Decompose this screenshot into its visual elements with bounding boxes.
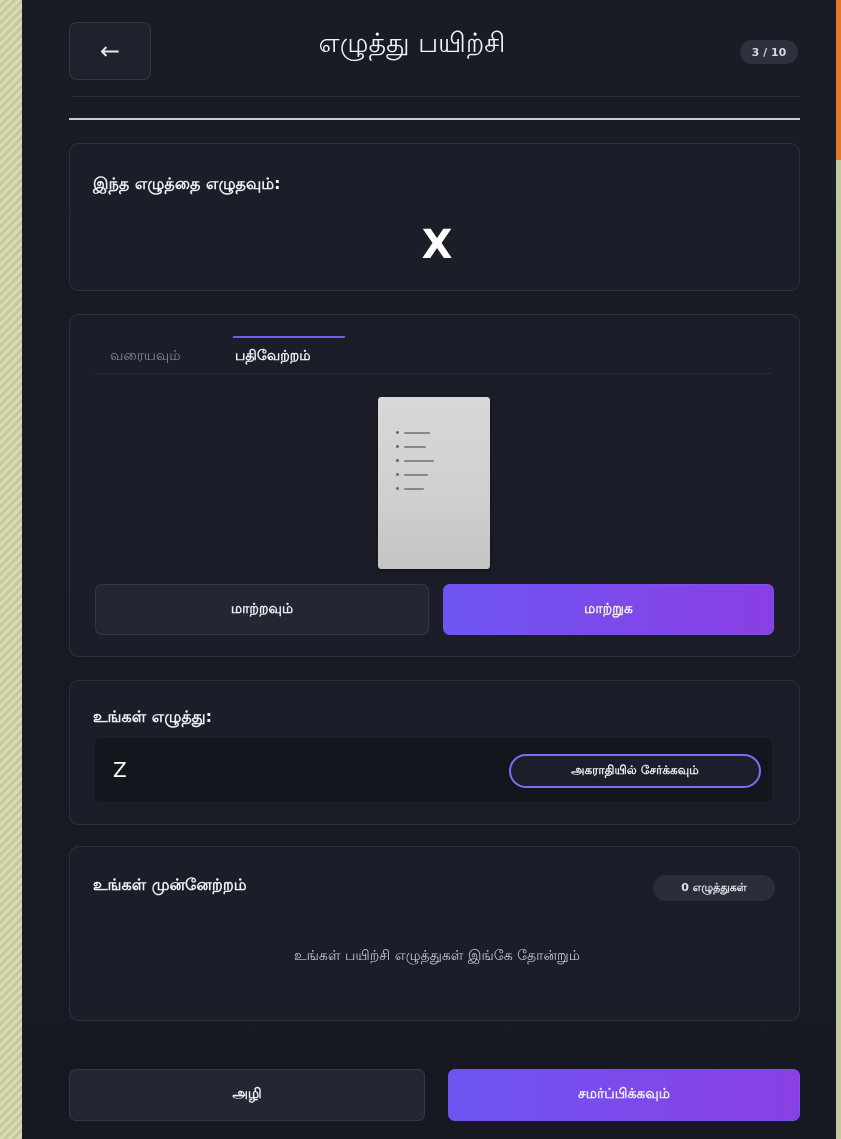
- page-title: எழுத்து பயிற்சி: [318, 28, 506, 59]
- tab-divider: [95, 373, 772, 374]
- progress-divider: [69, 118, 800, 120]
- tab-draw[interactable]: வரையவும்: [110, 348, 181, 366]
- your-writing-label: உங்கள் எழுத்து:: [93, 707, 213, 726]
- submit-button[interactable]: சமர்ப்பிக்கவும்: [448, 1069, 800, 1121]
- change-image-button[interactable]: மாற்றவும்: [95, 584, 429, 635]
- uploaded-image: [378, 397, 490, 569]
- back-button[interactable]: ←: [69, 22, 151, 80]
- empty-progress-message: உங்கள் பயிற்சி எழுத்துகள் இங்கே தோன்றும்: [293, 948, 581, 964]
- app-container: ← எழுத்து பயிற்சி 3 / 10 இந்த எழுத்தை எழ…: [22, 0, 836, 1139]
- left-edge-pattern: [0, 0, 22, 1139]
- target-character: X: [421, 222, 453, 268]
- progress-label: உங்கள் முன்னேற்றம்: [93, 875, 247, 894]
- tab-upload[interactable]: பதிவேற்றம்: [235, 348, 311, 366]
- prompt-label: இந்த எழுத்தை எழுதவும்:: [93, 174, 281, 193]
- arrow-left-icon: ←: [99, 37, 121, 65]
- recognized-text-row: Z அகராதியில் சேர்க்கவும்: [95, 738, 772, 802]
- progress-badge: 3 / 10: [740, 40, 798, 64]
- clear-button[interactable]: அழி: [69, 1069, 425, 1121]
- progress-card: உங்கள் முன்னேற்றம்: [69, 846, 800, 1021]
- add-to-dictionary-button[interactable]: அகராதியில் சேர்க்கவும்: [509, 754, 761, 788]
- active-tab-indicator: [233, 336, 345, 338]
- prompt-card: இந்த எழுத்தை எழுதவும்:: [69, 143, 800, 291]
- window-accent-side: [836, 0, 841, 160]
- right-edge-pattern: [836, 0, 841, 1139]
- recognized-text-value: Z: [113, 758, 127, 782]
- letters-count-badge: 0 எழுத்துகள்: [653, 875, 775, 901]
- header-divider: [72, 96, 800, 97]
- convert-button[interactable]: மாற்றுக: [443, 584, 774, 635]
